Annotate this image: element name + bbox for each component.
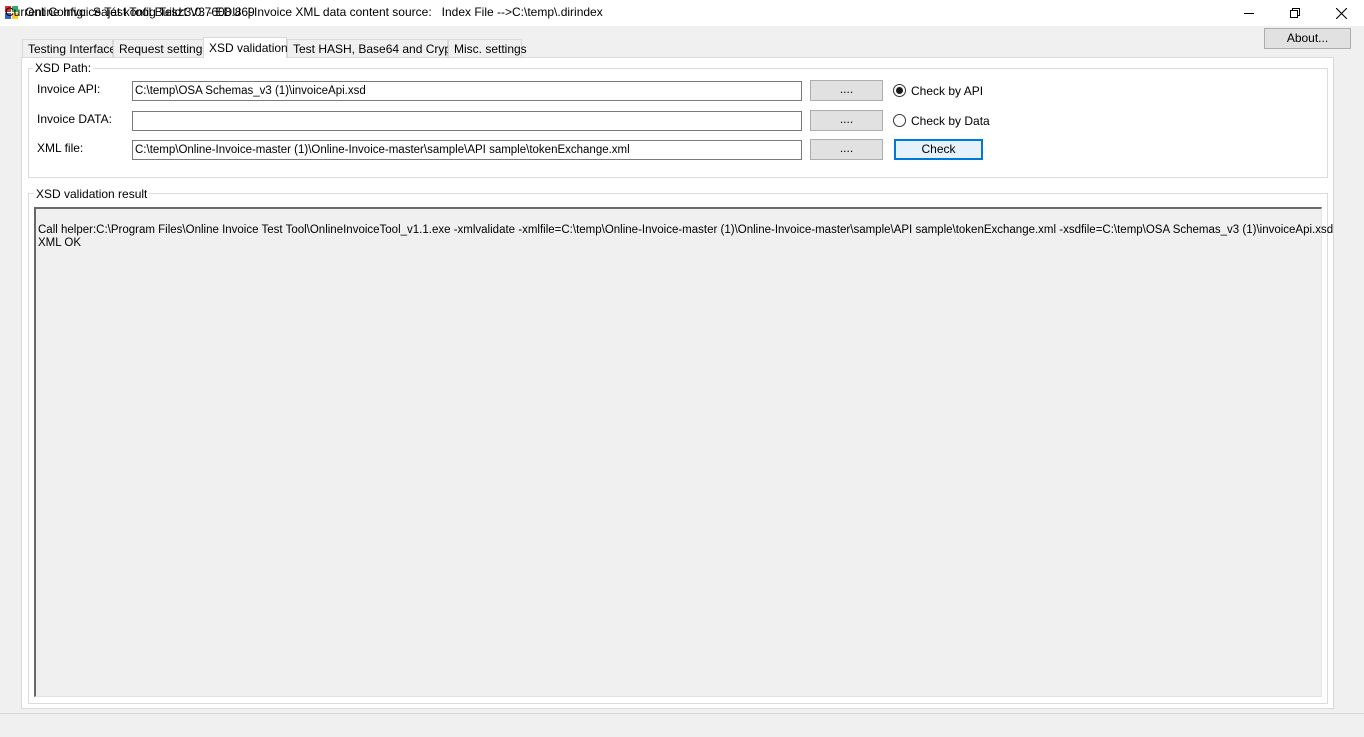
status-text: Current Config: Saját konfig Teszt V3 - …	[5, 5, 603, 19]
xml-file-label: XML file:	[37, 141, 84, 155]
invoice-api-label: Invoice API:	[37, 82, 101, 96]
restore-button[interactable]	[1272, 0, 1318, 26]
minimize-icon	[1244, 13, 1254, 14]
status-bar	[0, 713, 1364, 737]
minimize-button[interactable]	[1226, 0, 1272, 26]
invoice-data-input[interactable]	[132, 111, 802, 131]
browse-invoice-api-button[interactable]: ....	[810, 80, 883, 101]
tab-misc-settings[interactable]: Misc. settings	[448, 39, 527, 57]
tab-test-hash-base64-crypto[interactable]: Test HASH, Base64 and Crypto	[287, 39, 461, 57]
check-by-data-radio[interactable]	[893, 114, 906, 127]
tab-request-settings[interactable]: Request settings	[113, 39, 208, 57]
close-icon	[1335, 7, 1347, 19]
close-button[interactable]	[1318, 0, 1364, 26]
xml-file-input[interactable]: C:\temp\Online-Invoice-master (1)\Online…	[132, 140, 802, 160]
invoice-data-label: Invoice DATA:	[37, 112, 112, 126]
tab-xsd-validation[interactable]: XSD validation	[203, 37, 288, 58]
check-by-api-radio[interactable]	[893, 84, 906, 97]
check-by-api-label[interactable]: Check by API	[911, 84, 983, 98]
restore-icon	[1290, 8, 1300, 18]
browse-invoice-data-button[interactable]: ....	[810, 110, 883, 131]
check-by-data-label[interactable]: Check by Data	[911, 114, 990, 128]
result-text: Call helper:C:\Program Files\Online Invo…	[38, 224, 1334, 249]
check-button[interactable]: Check	[894, 139, 983, 160]
xsd-path-legend: XSD Path:	[33, 61, 94, 75]
invoice-api-input[interactable]: C:\temp\OSA Schemas_v3 (1)\invoiceApi.xs…	[132, 81, 802, 101]
about-button[interactable]: About...	[1264, 28, 1351, 49]
browse-xml-file-button[interactable]: ....	[810, 139, 883, 160]
tab-testing-interface[interactable]: Testing Interface	[22, 39, 116, 57]
xsd-result-legend: XSD validation result	[34, 187, 150, 201]
result-textarea[interactable]: Call helper:C:\Program Files\Online Invo…	[34, 207, 1333, 697]
